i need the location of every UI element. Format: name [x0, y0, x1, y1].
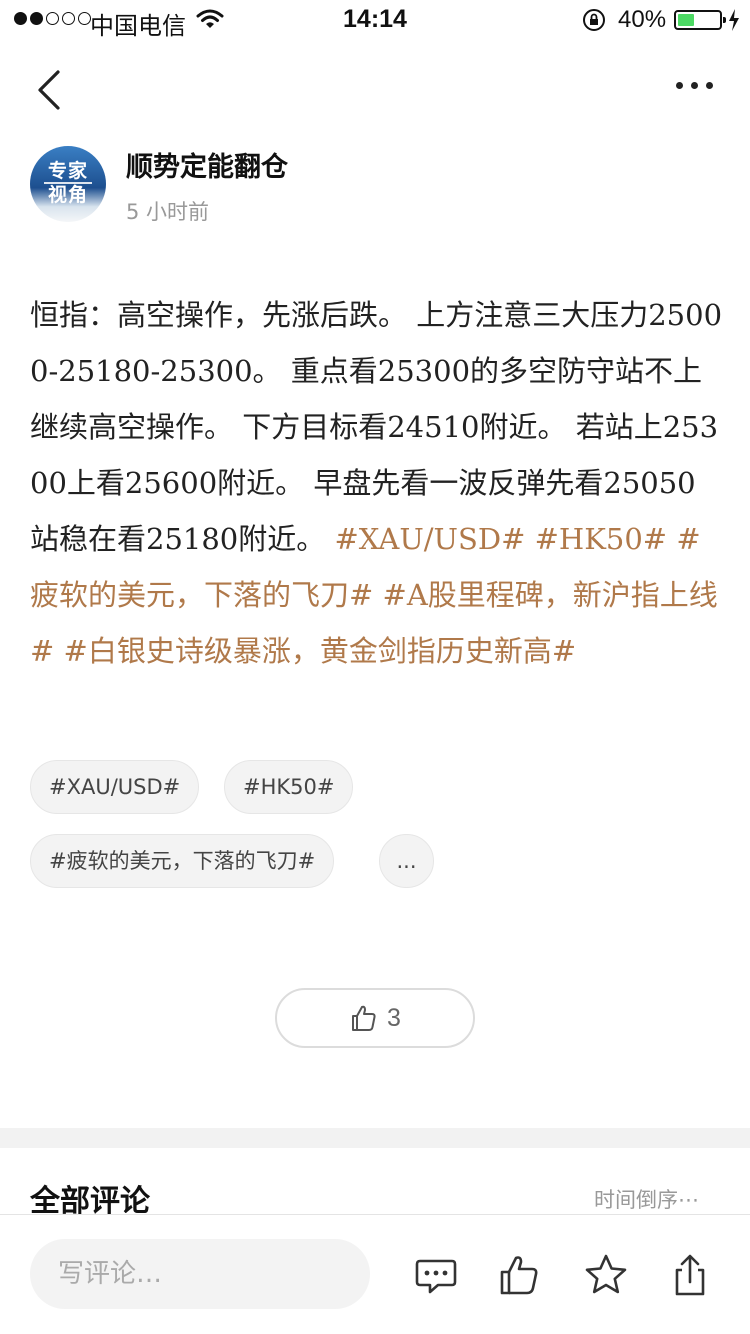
- status-bar: 中国电信 14:14 40%: [0, 0, 750, 40]
- avatar-label-bottom: 视角: [47, 184, 88, 206]
- more-dots-icon: [676, 82, 683, 89]
- more-options-button[interactable]: [676, 82, 720, 96]
- charging-bolt-icon: [729, 9, 739, 31]
- avatar-label-top: 专家: [44, 160, 92, 184]
- section-divider: [0, 1128, 750, 1148]
- post-text: 恒指：高空操作，先涨后跌。 上方注意三大压力25000-25180-25300。…: [30, 298, 723, 556]
- battery-icon: [674, 10, 726, 30]
- star-icon[interactable]: [584, 1253, 628, 1297]
- share-icon[interactable]: [668, 1253, 712, 1297]
- author-avatar[interactable]: 专家 视角: [30, 146, 106, 222]
- back-button[interactable]: [30, 68, 70, 112]
- author-name[interactable]: 顺势定能翻仓: [126, 145, 288, 184]
- topic-chip[interactable]: #疲软的美元，下落的飞刀#: [30, 834, 335, 888]
- bottom-action-bar: [0, 1214, 750, 1334]
- post-tag[interactable]: #HK50#: [535, 522, 667, 556]
- topic-chip[interactable]: #HK50#: [224, 760, 354, 814]
- thumbs-up-icon[interactable]: [498, 1253, 542, 1297]
- rotation-lock-icon: [583, 9, 605, 31]
- post-tag[interactable]: #XAU/USD#: [334, 522, 525, 556]
- post-detail-screen: 中国电信 14:14 40% 专家 视角 顺势定能翻仓 5 小时前 恒指：高空操…: [0, 0, 750, 1334]
- like-button[interactable]: 3: [275, 988, 475, 1048]
- post-content: 恒指：高空操作，先涨后跌。 上方注意三大压力25000-25180-25300。…: [30, 287, 724, 679]
- like-count: 3: [387, 1003, 401, 1032]
- thumbs-up-icon: [352, 1005, 376, 1031]
- battery-percent: 40%: [618, 6, 667, 33]
- post-time: 5 小时前: [126, 200, 210, 224]
- comment-input[interactable]: [30, 1239, 370, 1309]
- topic-chip[interactable]: #XAU/USD#: [30, 760, 200, 814]
- comment-bubble-icon[interactable]: [414, 1253, 458, 1297]
- post-tag[interactable]: #白银史诗级暴涨，黄金剑指历史新高#: [64, 634, 577, 668]
- more-topics-chip[interactable]: ...: [379, 834, 434, 888]
- comment-sort-button[interactable]: 时间倒序⋯: [594, 1184, 699, 1214]
